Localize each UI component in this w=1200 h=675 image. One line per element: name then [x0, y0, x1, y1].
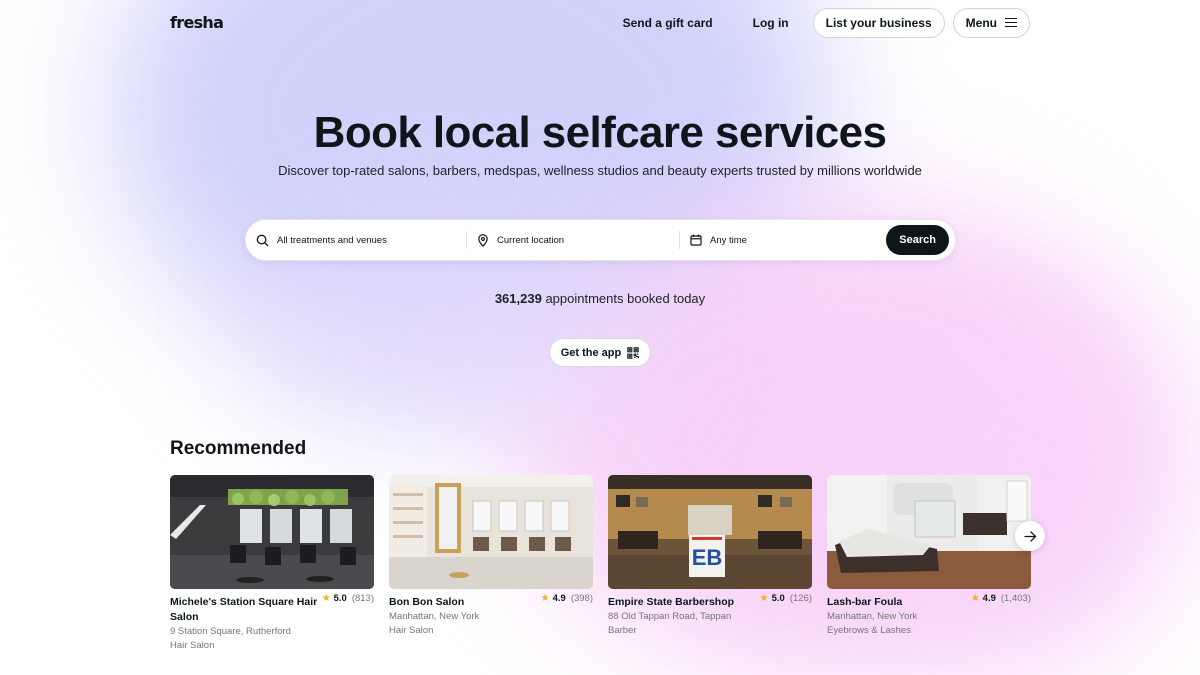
- search-icon: [256, 234, 269, 247]
- hero-subtitle: Discover top-rated salons, barbers, meds…: [278, 163, 922, 178]
- venue-photo: [389, 475, 593, 589]
- location-field[interactable]: Current location: [466, 231, 679, 249]
- venue-category: Barber: [608, 625, 637, 636]
- list-your-business-label: List your business: [825, 15, 932, 30]
- star-icon: ★: [970, 593, 980, 604]
- treatments-search-field[interactable]: All treatments and venues: [256, 220, 466, 260]
- appointments-suffix: appointments booked today: [541, 291, 706, 306]
- venue-name: Lash-bar Foula: [827, 596, 903, 608]
- search-bar: All treatments and venues Current locati…: [245, 219, 956, 261]
- rating-score: 4.9: [552, 593, 566, 604]
- venue-card[interactable]: Michele's Station Square Hair Salon ★ 5.…: [170, 475, 374, 653]
- star-icon: ★: [759, 593, 769, 604]
- star-icon: ★: [540, 593, 550, 604]
- review-count: (1,403): [1000, 593, 1031, 604]
- hero-title: Book local selfcare services: [313, 108, 887, 157]
- venue-card[interactable]: Lash-bar Foula ★ 4.9 (1,403) Manhattan, …: [827, 475, 1031, 653]
- venue-address: 88 Old Tappan Road, Tappan: [608, 611, 732, 622]
- location-placeholder: Current location: [497, 234, 565, 246]
- venue-rating: ★ 4.9 (398): [541, 591, 593, 606]
- venue-name: Michele's Station Square Hair Salon: [170, 596, 318, 623]
- page: fresha Send a gift card Log in List your…: [0, 0, 1200, 675]
- top-navigation: fresha Send a gift card Log in List your…: [170, 7, 1030, 38]
- time-field[interactable]: Any time: [679, 231, 886, 249]
- star-icon: ★: [321, 593, 331, 604]
- rating-score: 5.0: [333, 593, 347, 604]
- venue-category: Hair Salon: [389, 625, 434, 636]
- send-gift-card-link[interactable]: Send a gift card: [607, 16, 729, 30]
- venue-address: 9 Station Square, Rutherford: [170, 626, 291, 637]
- review-count: (126): [789, 593, 812, 604]
- treatments-placeholder: All treatments and venues: [277, 234, 387, 246]
- venue-photo: [170, 475, 374, 589]
- rating-score: 5.0: [771, 593, 785, 604]
- venue-rating: ★ 5.0 (813): [322, 591, 374, 606]
- get-the-app-label: Get the app: [560, 346, 622, 359]
- menu-label: Menu: [965, 15, 997, 30]
- venue-address: Manhattan, New York: [389, 611, 480, 622]
- location-pin-icon: [478, 233, 488, 247]
- venue-address: Manhattan, New York: [827, 611, 918, 622]
- venue-rating: ★ 5.0 (126): [760, 591, 812, 606]
- venue-category: Hair Salon: [170, 640, 215, 651]
- venue-photo: [827, 475, 1031, 589]
- search-button[interactable]: Search: [886, 225, 949, 255]
- venue-category: Eyebrows & Lashes: [827, 625, 911, 636]
- fresha-logo[interactable]: fresha: [170, 13, 224, 32]
- calendar-icon: [690, 234, 702, 246]
- login-link[interactable]: Log in: [737, 16, 805, 30]
- recommended-heading: Recommended: [170, 438, 307, 459]
- rating-score: 4.9: [982, 593, 996, 604]
- nav-links: Send a gift card Log in List your busine…: [607, 7, 1030, 38]
- venue-name: Bon Bon Salon: [389, 596, 465, 608]
- arrow-right-icon: [1023, 530, 1036, 542]
- menu-button[interactable]: Menu: [952, 7, 1030, 38]
- venue-name: Empire State Barbershop: [608, 596, 735, 608]
- venue-photo: EB: [608, 475, 812, 589]
- venue-rating: ★ 4.9 (1,403): [971, 591, 1031, 606]
- time-placeholder: Any time: [710, 234, 747, 246]
- review-count: (398): [570, 593, 593, 604]
- venue-card[interactable]: EB Empire State Barbershop ★ 5.0 (126) 8…: [608, 475, 812, 653]
- appointments-count: 361,239: [494, 291, 542, 306]
- get-the-app-button[interactable]: Get the app: [549, 338, 651, 367]
- carousel-next-button[interactable]: [1015, 521, 1045, 551]
- svg-text:EB: EB: [692, 545, 723, 570]
- qr-code-icon: [627, 346, 639, 359]
- appointments-stat: 361,239 appointments booked today: [0, 291, 1200, 306]
- venue-card[interactable]: Bon Bon Salon ★ 4.9 (398) Manhattan, New…: [389, 475, 593, 653]
- recommended-carousel: Michele's Station Square Hair Salon ★ 5.…: [170, 475, 1031, 653]
- review-count: (813): [351, 593, 374, 604]
- list-your-business-button[interactable]: List your business: [812, 7, 945, 38]
- hamburger-icon: [1005, 18, 1017, 27]
